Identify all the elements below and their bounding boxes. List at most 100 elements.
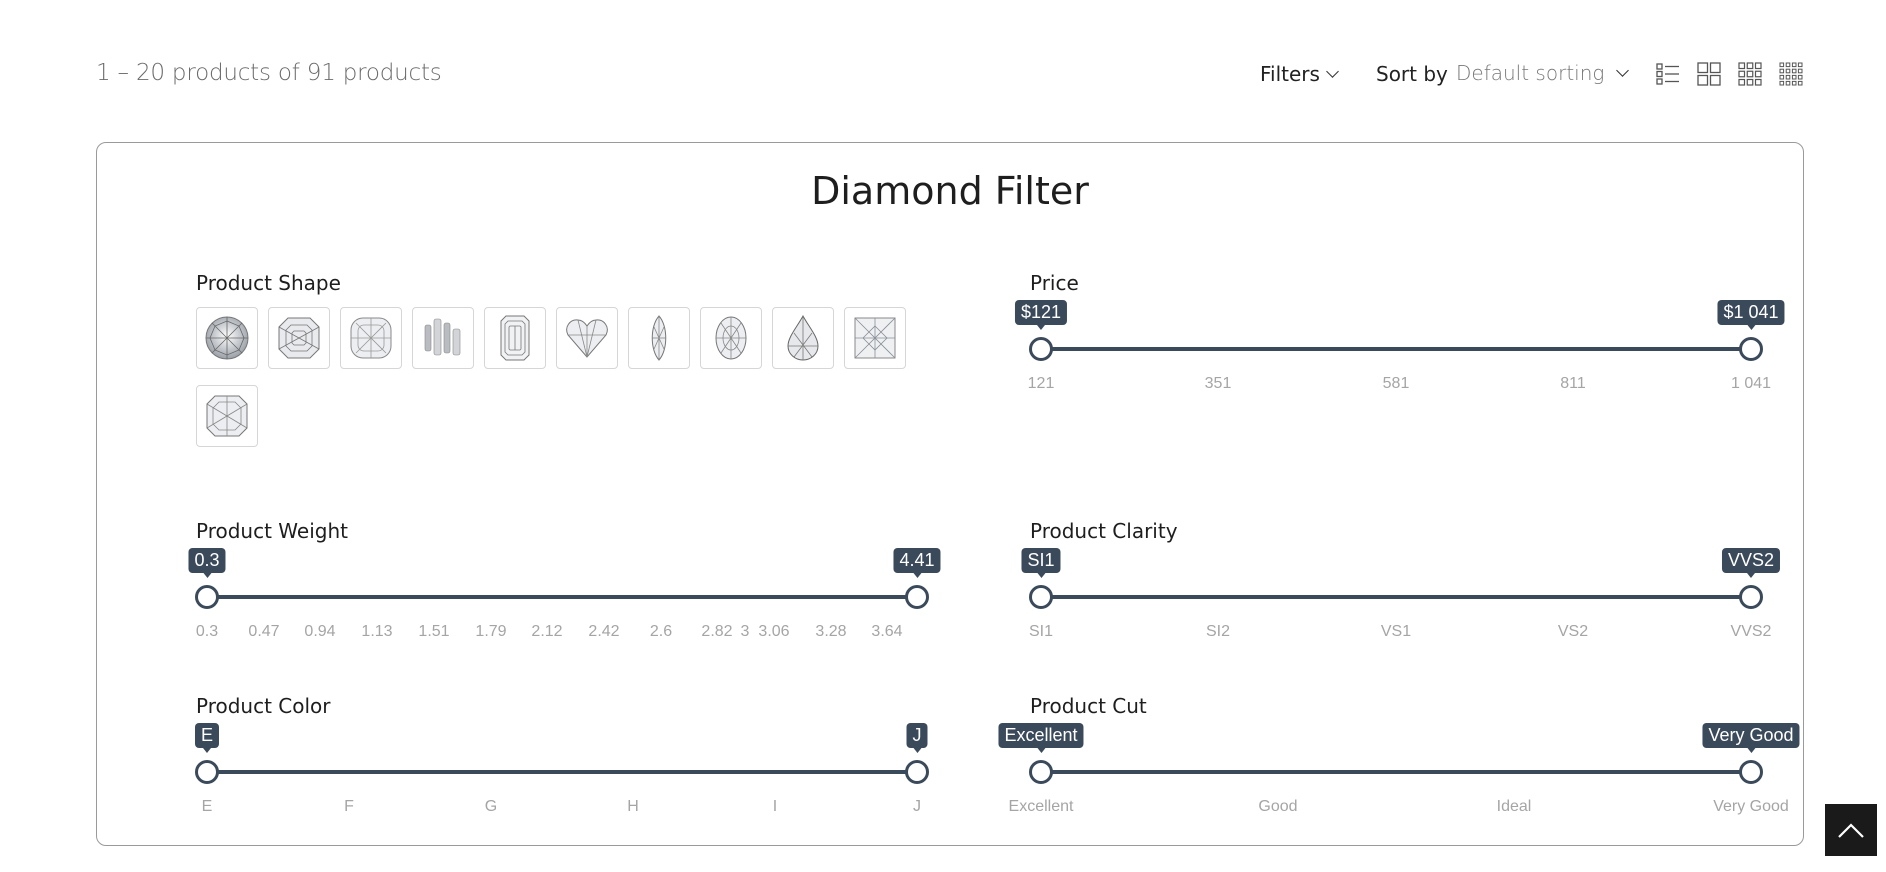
price-tick: 1 041 <box>1730 375 1772 392</box>
color-tick: F <box>344 798 354 815</box>
color-tick: G <box>484 798 498 815</box>
weight-max-handle[interactable] <box>905 585 929 609</box>
marquise-diamond-icon <box>651 315 667 361</box>
weight-tick: 2.12 <box>531 623 563 640</box>
grid-3-icon[interactable] <box>1738 62 1762 86</box>
price-slider-track[interactable] <box>1041 347 1751 351</box>
weight-tick: 0.3 <box>195 623 219 640</box>
clarity-slider[interactable]: SI1 VVS2 SI1 SI2 VS1 VS2 VVS2 <box>1021 548 1781 649</box>
cut-max-handle[interactable] <box>1739 760 1763 784</box>
weight-tick: 2.42 <box>588 623 620 640</box>
color-min-handle[interactable] <box>195 760 219 784</box>
cut-tick: Excellent <box>1008 798 1074 815</box>
clarity-min-handle[interactable] <box>1029 585 1053 609</box>
weight-slider-track[interactable] <box>207 595 917 599</box>
weight-tick: 0.47 <box>248 623 280 640</box>
weight-tick: 0.94 <box>304 623 336 640</box>
list-view-icon[interactable] <box>1656 62 1680 86</box>
baguette-diamond-icon <box>424 318 461 356</box>
shape-marquise[interactable] <box>628 307 690 369</box>
weight-tick: 3.64 <box>871 623 903 640</box>
shop-toolbar: 1 – 20 products of 91 products Filters S… <box>0 0 1886 140</box>
pear-diamond-icon <box>787 314 819 361</box>
panel-title: Diamond Filter <box>811 169 1089 213</box>
cut-label: Product Cut <box>1030 694 1147 718</box>
color-tick: E <box>201 798 213 815</box>
back-to-top-button[interactable] <box>1825 804 1877 856</box>
radiant-diamond-icon <box>206 395 248 437</box>
cut-tick: Good <box>1258 798 1298 815</box>
weight-tick: 2.82 <box>701 623 733 640</box>
chevron-down-icon <box>1616 63 1630 77</box>
color-tick: J <box>913 798 921 815</box>
shape-pear[interactable] <box>772 307 834 369</box>
price-tick: 121 <box>1027 375 1055 392</box>
clarity-tick: VVS2 <box>1730 623 1772 640</box>
clarity-label: Product Clarity <box>1030 519 1178 543</box>
color-slider[interactable]: E J E F G H I J <box>194 723 929 824</box>
shape-asscher[interactable] <box>268 307 330 369</box>
cut-tick: Very Good <box>1713 798 1789 815</box>
shape-oval[interactable] <box>700 307 762 369</box>
color-min-tooltip: E <box>194 723 220 753</box>
cut-slider[interactable]: Excellent Very Good Excellent Good Ideal… <box>998 723 1800 824</box>
clarity-tick: SI2 <box>1205 623 1231 640</box>
filters-label: Filters <box>1260 62 1320 86</box>
round-diamond-icon <box>205 316 249 360</box>
emerald-diamond-icon <box>500 315 530 361</box>
color-tick: I <box>772 798 778 815</box>
cut-max-tooltip: Very Good <box>1702 723 1800 753</box>
cut-min-tooltip: Excellent <box>998 723 1084 753</box>
weight-tick: 1.51 <box>418 623 450 640</box>
clarity-tick: SI1 <box>1028 623 1054 640</box>
weight-slider[interactable]: 0.3 4.41 0.3 0.47 0.94 1.13 1.51 1.79 2.… <box>188 548 941 649</box>
heart-diamond-icon <box>566 319 608 358</box>
cut-slider-track[interactable] <box>1041 770 1751 774</box>
price-tick: 581 <box>1382 375 1410 392</box>
shape-round[interactable] <box>196 307 258 369</box>
clarity-min-tooltip: SI1 <box>1021 548 1061 578</box>
weight-min-tooltip: 0.3 <box>188 548 226 578</box>
weight-label: Product Weight <box>196 519 348 543</box>
weight-tick: 3 <box>740 623 750 640</box>
shape-cushion[interactable] <box>340 307 402 369</box>
clarity-max-tooltip: VVS2 <box>1721 548 1781 578</box>
asscher-diamond-icon <box>278 317 320 359</box>
weight-tick: 3.28 <box>815 623 847 640</box>
princess-diamond-icon <box>854 317 896 359</box>
color-tick: H <box>627 798 639 815</box>
chevron-up-icon <box>1838 823 1864 838</box>
cushion-diamond-icon <box>350 317 392 359</box>
weight-tick: 3.06 <box>758 623 790 640</box>
clarity-tick: VS2 <box>1557 623 1589 640</box>
price-max-tooltip: $1 041 <box>1717 300 1785 330</box>
sort-select[interactable]: Default sorting <box>1456 61 1630 85</box>
shape-heart[interactable] <box>556 307 618 369</box>
shape-emerald[interactable] <box>484 307 546 369</box>
weight-max-tooltip: 4.41 <box>893 548 941 578</box>
shape-princess[interactable] <box>844 307 906 369</box>
weight-tick: 1.79 <box>475 623 507 640</box>
shape-baguette[interactable] <box>412 307 474 369</box>
price-min-handle[interactable] <box>1029 337 1053 361</box>
color-max-handle[interactable] <box>905 760 929 784</box>
shape-radiant[interactable] <box>196 385 258 447</box>
clarity-max-handle[interactable] <box>1739 585 1763 609</box>
price-max-handle[interactable] <box>1739 337 1763 361</box>
price-slider[interactable]: $121 $1 041 121 351 581 811 1 041 <box>1014 300 1785 401</box>
weight-tick: 2.6 <box>649 623 673 640</box>
grid-2-icon[interactable] <box>1697 62 1721 86</box>
clarity-slider-track[interactable] <box>1041 595 1751 599</box>
view-switcher <box>1656 62 1803 86</box>
sort-by-label: Sort by <box>1376 62 1448 86</box>
chevron-down-icon <box>1326 64 1339 78</box>
filters-toggle-button[interactable]: Filters <box>1260 62 1339 86</box>
shape-label: Product Shape <box>196 271 341 295</box>
color-slider-track[interactable] <box>207 770 917 774</box>
cut-min-handle[interactable] <box>1029 760 1053 784</box>
clarity-tick: VS1 <box>1380 623 1412 640</box>
color-label: Product Color <box>196 694 331 718</box>
grid-4-icon[interactable] <box>1779 62 1803 86</box>
oval-diamond-icon <box>715 316 747 360</box>
weight-min-handle[interactable] <box>195 585 219 609</box>
